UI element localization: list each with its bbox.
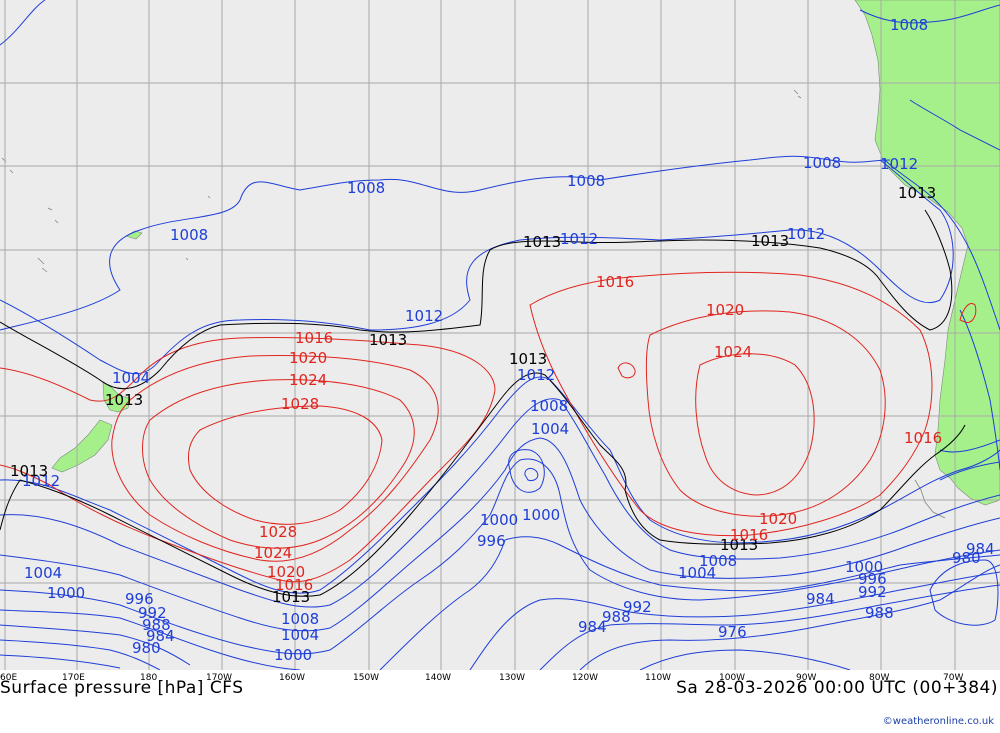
label-1000-e: 1000 xyxy=(274,646,312,664)
label-1028-b: 1028 xyxy=(259,523,297,541)
map-title: Surface pressure [hPa] CFS xyxy=(0,678,244,698)
lon-label-110w: 110W xyxy=(645,673,671,683)
lon-label-120w: 120W xyxy=(572,673,598,683)
label-1008-b: 1008 xyxy=(567,172,605,190)
label-1020-d: 1020 xyxy=(267,563,305,581)
label-1024-c: 1024 xyxy=(254,544,292,562)
label-1012-a: 1012 xyxy=(880,155,918,173)
label-1016-b: 1016 xyxy=(295,329,333,347)
forecast-valid-time: Sa 28-03-2026 00:00 UTC (00+384) xyxy=(676,678,998,698)
label-1000-b: 1000 xyxy=(480,511,518,529)
label-1008-d: 1008 xyxy=(803,154,841,172)
label-1008-f: 1008 xyxy=(530,397,568,415)
label-1013-a: 1013 xyxy=(898,184,936,202)
map-footer: 60E 170E 180 170W 160W 150W 140W 130W 12… xyxy=(0,670,1000,733)
label-1012-b: 1012 xyxy=(787,225,825,243)
label-1028-a: 1028 xyxy=(281,395,319,413)
lon-label-160w: 160W xyxy=(279,673,305,683)
label-1013-g: 1013 xyxy=(10,462,48,480)
label-1012-c: 1012 xyxy=(560,230,598,248)
label-1004-e: 1004 xyxy=(281,626,319,644)
label-1013-e: 1013 xyxy=(509,350,547,368)
lon-label-150w: 150W xyxy=(353,673,379,683)
label-1008-c: 1008 xyxy=(170,226,208,244)
label-996-a: 996 xyxy=(477,532,506,550)
label-992-a: 992 xyxy=(858,583,887,601)
label-1020-a: 1020 xyxy=(706,301,744,319)
label-976-a: 976 xyxy=(718,623,747,641)
label-1008-e: 1008 xyxy=(890,16,928,34)
label-1024-b: 1024 xyxy=(289,371,327,389)
label-1016-a: 1016 xyxy=(596,273,634,291)
label-1020-c: 1020 xyxy=(759,510,797,528)
label-1013-f: 1013 xyxy=(105,391,143,409)
label-1000-d: 1000 xyxy=(47,584,85,602)
label-1012-d: 1012 xyxy=(405,307,443,325)
label-1013-d: 1013 xyxy=(369,331,407,349)
lon-label-130w: 130W xyxy=(499,673,525,683)
label-1020-b: 1020 xyxy=(289,349,327,367)
label-1008-a: 1008 xyxy=(347,179,385,197)
label-1004-c: 1004 xyxy=(678,564,716,582)
pressure-map: 1008 1008 1008 1008 1008 1012 1012 1012 … xyxy=(0,0,1000,670)
label-1013-b: 1013 xyxy=(751,232,789,250)
label-980-b: 980 xyxy=(132,639,161,657)
label-1016-d: 1016 xyxy=(730,526,768,544)
label-1000-a: 1000 xyxy=(522,506,560,524)
label-980-a: 980 xyxy=(952,549,981,567)
label-1004-b: 1004 xyxy=(531,420,569,438)
label-1024-a: 1024 xyxy=(714,343,752,361)
label-1012-e: 1012 xyxy=(517,366,555,384)
lon-label-140w: 140W xyxy=(425,673,451,683)
label-1004-d: 1004 xyxy=(24,564,62,582)
label-1013-c: 1013 xyxy=(523,233,561,251)
credit-link[interactable]: ©weatheronline.co.uk xyxy=(883,716,994,727)
label-1004-a: 1004 xyxy=(112,369,150,387)
label-984-b: 984 xyxy=(578,618,607,636)
label-984-a: 984 xyxy=(806,590,835,608)
label-1016-c: 1016 xyxy=(904,429,942,447)
label-988-a: 988 xyxy=(865,604,894,622)
